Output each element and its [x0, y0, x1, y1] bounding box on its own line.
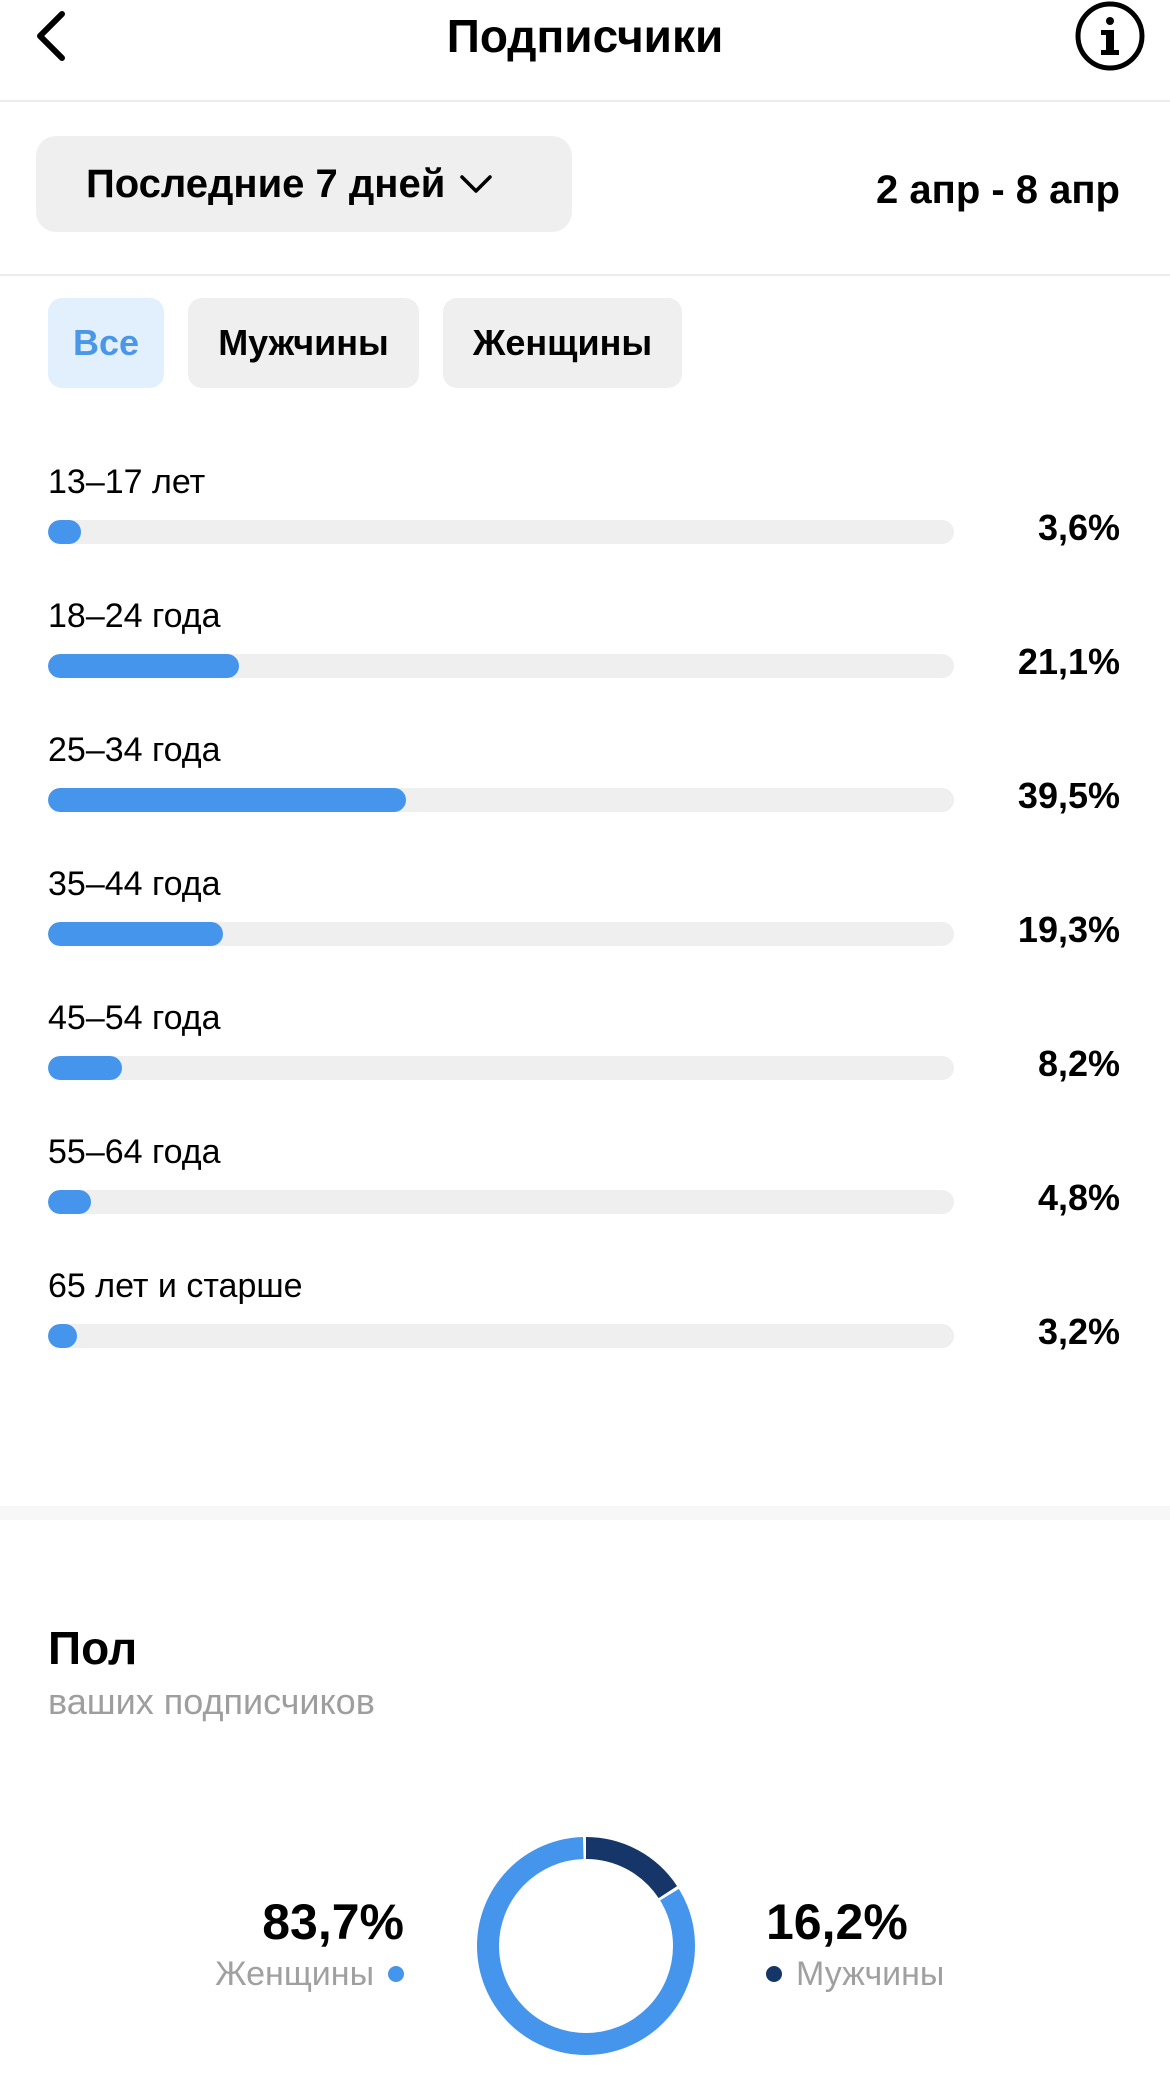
women-legend-dot: [388, 1966, 404, 1982]
women-label: Женщины: [215, 1955, 374, 1993]
section-divider: [0, 1506, 1170, 1520]
age-label: 35–44 года: [48, 865, 221, 903]
top-bar: Подписчики: [0, 0, 1170, 102]
filter-women[interactable]: Женщины: [443, 298, 682, 388]
age-label: 65 лет и старше: [48, 1267, 303, 1305]
age-row: 65 лет и старше 3,2%: [48, 1256, 1120, 1390]
age-row: 55–64 года 4,8%: [48, 1122, 1120, 1256]
filter-men[interactable]: Мужчины: [188, 298, 419, 388]
age-percent: 19,3%: [1017, 909, 1120, 950]
age-bar-track: [48, 1190, 954, 1214]
gender-filter-tabs: Все Мужчины Женщины: [48, 298, 682, 388]
age-bar-fill: [48, 922, 223, 946]
men-legend-dot: [766, 1966, 782, 1982]
age-row: 35–44 года 19,3%: [48, 854, 1120, 988]
age-row: 45–54 года 8,2%: [48, 988, 1120, 1122]
age-bar-fill: [48, 1324, 77, 1348]
age-bar-fill: [48, 1056, 123, 1080]
gender-donut-chart: [477, 1837, 695, 2055]
gender-section-title: Пол: [48, 1622, 138, 1674]
age-bar-fill: [48, 520, 81, 544]
age-percent: 39,5%: [1017, 775, 1120, 816]
age-bar-fill: [48, 654, 240, 678]
period-label: Последние 7 дней: [86, 161, 446, 206]
page-title: Подписчики: [446, 10, 724, 62]
men-label: Мужчины: [796, 1955, 945, 1993]
age-bar-track: [48, 788, 954, 812]
age-percent: 3,2%: [1037, 1311, 1120, 1352]
age-label: 45–54 года: [48, 999, 221, 1037]
age-percent: 4,8%: [1037, 1177, 1120, 1218]
age-percent: 8,2%: [1037, 1043, 1120, 1084]
age-bar-fill: [48, 788, 406, 812]
age-row: 13–17 лет 3,6%: [48, 452, 1120, 586]
age-label: 18–24 года: [48, 597, 221, 635]
age-bar-track: [48, 922, 954, 946]
period-row: Последние 7 дней 2 апр - 8 апр: [0, 100, 1170, 276]
age-label: 25–34 года: [48, 731, 221, 769]
age-bar-track: [48, 654, 954, 678]
date-range: 2 апр - 8 апр: [876, 168, 1120, 212]
filter-all[interactable]: Все: [48, 298, 164, 388]
period-dropdown[interactable]: Последние 7 дней: [36, 136, 572, 232]
age-row: 25–34 года 39,5%: [48, 720, 1120, 854]
age-bar-track: [48, 520, 954, 544]
women-stat: 83,7% Женщины: [215, 1892, 404, 1996]
age-bar-track: [48, 1056, 954, 1080]
men-percent: 16,2%: [766, 1894, 908, 1950]
women-legend: Женщины: [215, 1952, 404, 1996]
age-label: 13–17 лет: [48, 463, 206, 501]
men-legend: Мужчины: [766, 1952, 944, 1996]
age-label: 55–64 года: [48, 1133, 221, 1171]
age-distribution: 13–17 лет 3,6% 18–24 года 21,1% 25–34 го…: [48, 452, 1120, 1390]
info-icon: [1075, 1, 1145, 71]
men-stat: 16,2% Мужчины: [766, 1892, 944, 1996]
chevron-down-icon: [460, 175, 493, 193]
age-bar-track: [48, 1324, 954, 1348]
age-bar-fill: [48, 1190, 92, 1214]
age-row: 18–24 года 21,1%: [48, 586, 1120, 720]
age-percent: 3,6%: [1037, 507, 1120, 548]
gender-section-subtitle: ваших подписчиков: [48, 1681, 375, 1722]
age-percent: 21,1%: [1017, 641, 1120, 682]
info-button[interactable]: [1074, 0, 1146, 72]
women-percent: 83,7%: [262, 1894, 404, 1950]
